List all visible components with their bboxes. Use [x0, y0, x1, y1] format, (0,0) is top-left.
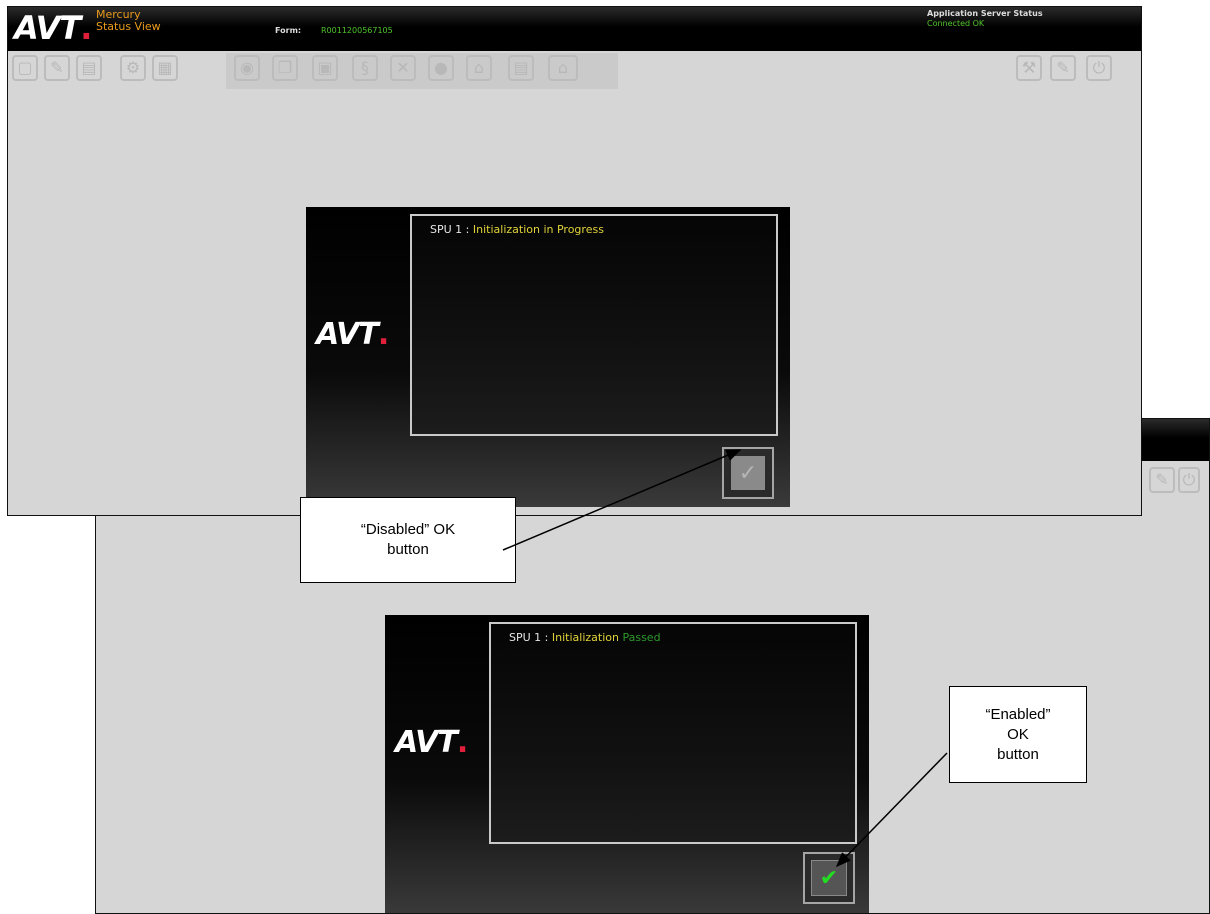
- status-view-window-disabled: AVT. Mercury Status View Form: R00112005…: [7, 6, 1142, 516]
- wrench-icon[interactable]: ✎: [1149, 467, 1175, 493]
- view-name: Status View: [96, 20, 161, 33]
- status-text: Initialization in Progress: [472, 223, 604, 236]
- callout-disabled-ok: “Disabled” OK button: [300, 497, 516, 583]
- new-icon[interactable]: ▢: [12, 55, 38, 81]
- copy-icon[interactable]: ❐: [272, 55, 298, 81]
- result-text: Passed: [622, 631, 661, 644]
- message-line: SPU 1 : Initialization Passed: [509, 631, 661, 644]
- init-dialog-enabled: AVT. SPU 1 : Initialization Passed ✔: [385, 615, 869, 913]
- factory-icon[interactable]: ⌂: [548, 55, 578, 81]
- print-icon[interactable]: ▦: [152, 55, 178, 81]
- unit-label: SPU 1 :: [430, 223, 470, 236]
- lock-icon[interactable]: ⌂: [466, 55, 492, 81]
- avt-logo: AVT.: [395, 725, 468, 760]
- tools-icon[interactable]: ⚒: [1016, 55, 1042, 81]
- avt-logo: AVT.: [316, 317, 389, 352]
- link-icon[interactable]: §: [352, 55, 378, 81]
- zoom-icon[interactable]: ✕: [390, 55, 416, 81]
- document-icon[interactable]: ▤: [508, 55, 534, 81]
- unit-label: SPU 1 :: [509, 631, 549, 644]
- callout-enabled-ok: “Enabled” OK button: [949, 686, 1087, 783]
- paste-icon[interactable]: ▣: [312, 55, 338, 81]
- save-icon[interactable]: ▤: [76, 55, 102, 81]
- form-value: R0011200567105: [321, 26, 393, 35]
- globe-icon[interactable]: ◉: [234, 55, 260, 81]
- power-icon[interactable]: ⏻: [1086, 55, 1112, 81]
- checkmark-icon: ✓: [731, 456, 765, 490]
- message-line: SPU 1 : Initialization in Progress: [430, 223, 604, 236]
- app-title: Mercury Status View: [96, 9, 161, 33]
- settings-icon[interactable]: ⚙: [120, 55, 146, 81]
- message-box: SPU 1 : Initialization Passed: [489, 622, 857, 844]
- disc-icon[interactable]: ●: [428, 55, 454, 81]
- edit-icon[interactable]: ✎: [44, 55, 70, 81]
- server-status-value: Connected OK: [927, 19, 985, 28]
- power-icon[interactable]: ⏻: [1178, 467, 1200, 493]
- message-box: SPU 1 : Initialization in Progress: [410, 214, 778, 436]
- form-label: Form:: [275, 26, 302, 35]
- avt-logo: AVT.: [14, 9, 92, 47]
- server-status-label: Application Server Status: [927, 9, 1043, 18]
- status-text: Initialization: [551, 631, 619, 644]
- header-bar: AVT. Mercury Status View Form: R00112005…: [8, 7, 1141, 51]
- checkmark-icon: ✔: [811, 860, 847, 896]
- toolbar: ▢ ✎ ▤ ⚙ ▦ ◉ ❐ ▣ § ✕ ● ⌂ ▤ ⌂ ⚒ ✎ ⏻: [8, 51, 1141, 93]
- ok-button-enabled[interactable]: ✔: [803, 852, 855, 904]
- init-dialog-disabled: AVT. SPU 1 : Initialization in Progress …: [306, 207, 790, 507]
- wrench-icon[interactable]: ✎: [1050, 55, 1076, 81]
- ok-button-disabled: ✓: [722, 447, 774, 499]
